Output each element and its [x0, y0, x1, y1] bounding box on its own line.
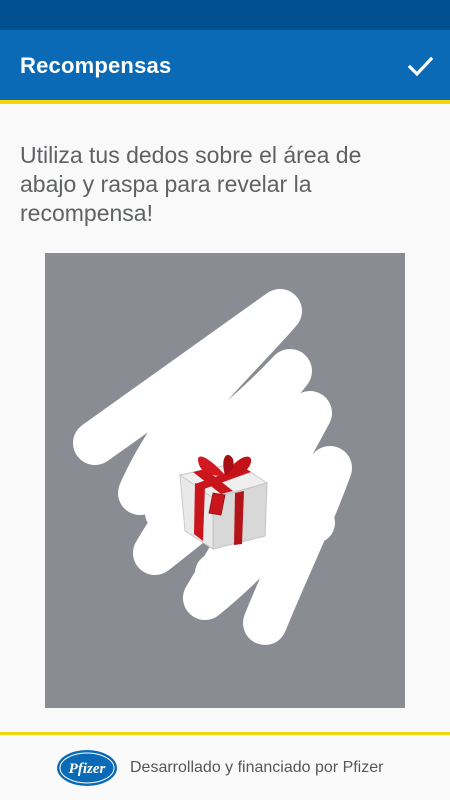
footer-credit-text: Desarrollado y financiado por Pfizer [130, 759, 384, 776]
confirm-button[interactable] [398, 44, 442, 88]
app-bar-accent-line [0, 100, 450, 104]
pfizer-logo: Pfizer [57, 750, 117, 786]
scratch-card-area[interactable] [45, 253, 405, 708]
svg-text:Pfizer: Pfizer [69, 761, 106, 777]
page-title: Recompensas [20, 53, 172, 78]
status-bar [0, 0, 450, 30]
instructions-text: Utiliza tus dedos sobre el área de abajo… [20, 142, 362, 226]
checkmark-icon [407, 56, 434, 77]
